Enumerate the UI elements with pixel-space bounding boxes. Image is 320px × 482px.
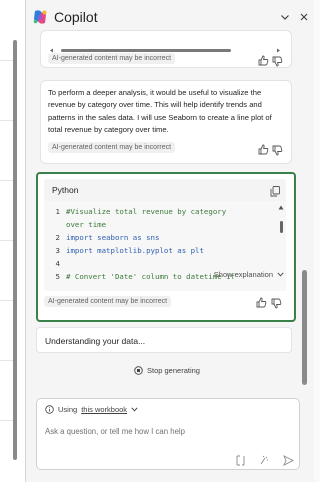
show-explanation-label: Show explanation: [213, 270, 273, 279]
line-number: 4: [55, 259, 60, 268]
context-link[interactable]: this workbook: [81, 405, 127, 414]
stop-generating-label: Stop generating: [147, 366, 200, 375]
horizontal-scrollbar[interactable]: [49, 40, 281, 53]
ai-disclaimer: AI-generated content may be incorrect: [48, 53, 176, 64]
pane-scrollbar[interactable]: [302, 270, 307, 385]
pane-title: Copilot: [54, 9, 98, 25]
stop-icon: [134, 366, 143, 375]
prompts-icon[interactable]: [259, 453, 270, 465]
chevron-down-icon: [277, 272, 284, 277]
thumbs-up-icon[interactable]: [256, 295, 267, 308]
copy-icon[interactable]: [270, 184, 280, 197]
scroll-up-arrow-icon[interactable]: [278, 205, 284, 210]
stop-generating-button[interactable]: Stop generating: [134, 366, 200, 375]
show-explanation-button[interactable]: Show explanation: [214, 270, 284, 279]
copilot-logo-icon: [32, 9, 48, 25]
chat-input-box: Using this workbook: [36, 398, 300, 470]
ai-disclaimer: AI-generated content may be incorrect: [48, 142, 176, 153]
copilot-pane: Copilot AI-generated content may be inco…: [26, 0, 314, 482]
context-prefix: Using: [58, 405, 78, 414]
prompt-input[interactable]: [45, 427, 285, 436]
status-card: Understanding your data...: [36, 327, 292, 353]
code-text: over time: [66, 220, 107, 229]
close-icon[interactable]: [297, 10, 311, 24]
line-number: 3: [55, 246, 60, 255]
thumbs-down-icon[interactable]: [272, 143, 283, 156]
code-scrollbar[interactable]: [280, 221, 283, 233]
line-number: 1: [55, 207, 60, 216]
chevron-down-icon[interactable]: [278, 10, 292, 24]
code-message-card[interactable]: Python 1 #Visualize total revenue by cat…: [36, 172, 296, 322]
code-text: import matplotlib.pyplot as plt: [66, 246, 204, 255]
thumbs-down-icon[interactable]: [272, 54, 283, 67]
thumbs-down-icon[interactable]: [271, 296, 282, 309]
thumbs-up-icon[interactable]: [258, 142, 269, 155]
send-icon[interactable]: [283, 453, 295, 466]
ai-disclaimer: AI-generated content may be incorrect: [44, 296, 172, 307]
info-icon: [45, 405, 54, 414]
pane-header: Copilot: [26, 0, 314, 34]
code-text: # Convert 'Date' column to datetime if: [66, 272, 236, 281]
code-block-header: Python: [44, 179, 286, 201]
thumbs-up-icon[interactable]: [258, 53, 269, 66]
worksheet-scrollbar[interactable]: [13, 40, 17, 460]
message-card: AI-generated content may be incorrect: [40, 30, 292, 68]
code-text: import seaborn as sns: [66, 233, 160, 242]
line-number: 2: [55, 233, 60, 242]
status-text: Understanding your data...: [45, 336, 146, 346]
code-text: #Visualize total revenue by category: [66, 207, 227, 216]
attach-icon[interactable]: [235, 453, 246, 466]
line-number: 5: [55, 272, 60, 281]
worksheet-edge: [0, 0, 26, 482]
message-card: To perform a deeper analysis, it would b…: [40, 80, 292, 164]
message-text: To perform a deeper analysis, it would b…: [48, 88, 272, 134]
chevron-down-icon: [131, 407, 138, 412]
code-language-label: Python: [52, 185, 79, 195]
context-selector[interactable]: Using this workbook: [45, 405, 138, 414]
